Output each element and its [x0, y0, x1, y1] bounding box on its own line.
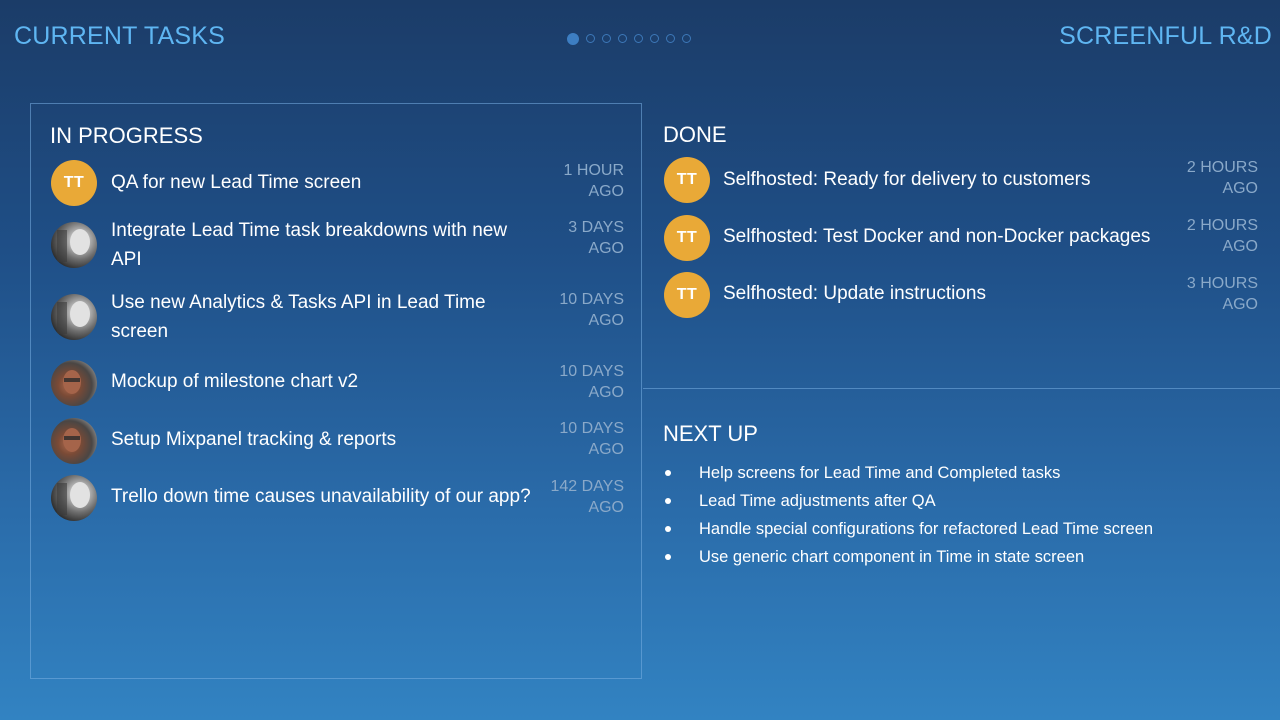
- header-left-title: CURRENT TASKS: [14, 22, 225, 50]
- page-dot-6[interactable]: [650, 34, 659, 43]
- task-time-suffix: AGO: [1222, 296, 1258, 313]
- task-time-suffix: AGO: [588, 312, 624, 329]
- task-time: 142 DAYS AGO: [534, 476, 624, 518]
- list-item-label: Use generic chart component in Time in s…: [699, 548, 1085, 566]
- page-dot-4[interactable]: [618, 34, 627, 43]
- avatar: [51, 418, 97, 464]
- list-item[interactable]: Use generic chart component in Time in s…: [663, 543, 1153, 571]
- task-item[interactable]: Integrate Lead Time task breakdowns with…: [31, 216, 643, 276]
- page-dot-8[interactable]: [682, 34, 691, 43]
- next-up-list: Help screens for Lead Time and Completed…: [663, 459, 1153, 571]
- task-time-value: 3 HOURS: [1186, 275, 1258, 292]
- avatar-photo-icon: [57, 482, 90, 515]
- task-title: Selfhosted: Update instructions: [723, 283, 986, 304]
- avatar-photo-icon: [57, 229, 90, 262]
- task-time: 2 HOURS AGO: [1168, 157, 1258, 199]
- avatar: TT: [664, 215, 710, 261]
- task-title: Setup Mixpanel tracking & reports: [111, 429, 397, 450]
- next-up-section: NEXT UP Help screens for Lead Time and C…: [643, 389, 1280, 589]
- page-dot-1[interactable]: [567, 33, 579, 45]
- bullet-icon: [665, 554, 671, 560]
- page-dot-5[interactable]: [634, 34, 643, 43]
- task-time-suffix: AGO: [588, 240, 624, 257]
- task-item[interactable]: Use new Analytics & Tasks API in Lead Ti…: [31, 288, 643, 348]
- task-time-value: 2 HOURS: [1186, 159, 1258, 176]
- avatar: TT: [664, 272, 710, 318]
- task-item[interactable]: Setup Mixpanel tracking & reports 10 DAY…: [31, 418, 643, 478]
- page-indicator: [567, 33, 691, 45]
- in-progress-panel: IN PROGRESS TT QA for new Lead Time scre…: [30, 103, 642, 679]
- task-time: 10 DAYS AGO: [534, 289, 624, 331]
- list-item[interactable]: Help screens for Lead Time and Completed…: [663, 459, 1153, 487]
- avatar: [51, 222, 97, 268]
- task-time-value: 2 HOURS: [1186, 217, 1258, 234]
- task-time: 2 HOURS AGO: [1168, 215, 1258, 257]
- task-time: 10 DAYS AGO: [534, 418, 624, 460]
- next-up-title: NEXT UP: [663, 421, 758, 446]
- task-time: 3 HOURS AGO: [1168, 273, 1258, 315]
- done-section: DONE TT Selfhosted: Ready for delivery t…: [643, 103, 1280, 389]
- header-right-title: SCREENFUL R&D: [1059, 22, 1272, 50]
- task-item[interactable]: Trello down time causes unavailability o…: [31, 475, 643, 535]
- task-item[interactable]: Mockup of milestone chart v2 10 DAYS AGO: [31, 360, 643, 420]
- avatar: TT: [51, 160, 97, 206]
- task-item[interactable]: TT QA for new Lead Time screen 1 HOUR AG…: [31, 158, 643, 218]
- task-time-value: 3 DAYS: [568, 219, 624, 236]
- task-time: 10 DAYS AGO: [534, 361, 624, 403]
- avatar-photo-icon: [57, 301, 90, 334]
- task-title: Selfhosted: Test Docker and non-Docker p…: [723, 226, 1151, 247]
- bullet-icon: [665, 470, 671, 476]
- in-progress-title: IN PROGRESS: [50, 123, 203, 148]
- list-item-label: Help screens for Lead Time and Completed…: [699, 464, 1061, 482]
- task-time: 3 DAYS AGO: [534, 217, 624, 259]
- task-time-suffix: AGO: [588, 441, 624, 458]
- avatar: [51, 475, 97, 521]
- task-time-value: 1 HOUR: [563, 162, 624, 179]
- list-item[interactable]: Handle special configurations for refact…: [663, 515, 1153, 543]
- task-title: Selfhosted: Ready for delivery to custom…: [723, 169, 1091, 190]
- task-time-value: 10 DAYS: [559, 363, 624, 380]
- task-time-suffix: AGO: [1222, 238, 1258, 255]
- list-item[interactable]: Lead Time adjustments after QA: [663, 487, 1153, 515]
- page-dot-2[interactable]: [586, 34, 595, 43]
- task-title: Integrate Lead Time task breakdowns with…: [111, 220, 508, 270]
- avatar: TT: [664, 157, 710, 203]
- list-item-label: Handle special configurations for refact…: [699, 520, 1153, 538]
- task-title: Mockup of milestone chart v2: [111, 371, 359, 392]
- task-title: Use new Analytics & Tasks API in Lead Ti…: [111, 292, 486, 342]
- avatar: [51, 360, 97, 406]
- task-title: Trello down time causes unavailability o…: [111, 486, 531, 507]
- done-task-item[interactable]: TT Selfhosted: Test Docker and non-Docke…: [643, 215, 1280, 265]
- avatar-photo-icon: [63, 428, 81, 452]
- avatar-photo-icon: [63, 370, 81, 394]
- bullet-icon: [665, 526, 671, 532]
- task-time-suffix: AGO: [588, 183, 624, 200]
- page-dot-3[interactable]: [602, 34, 611, 43]
- done-task-item[interactable]: TT Selfhosted: Update instructions 3 HOU…: [643, 272, 1280, 322]
- task-time-value: 10 DAYS: [559, 291, 624, 308]
- task-title: QA for new Lead Time screen: [111, 172, 362, 193]
- task-time-suffix: AGO: [588, 384, 624, 401]
- task-time-suffix: AGO: [1222, 180, 1258, 197]
- task-time-value: 142 DAYS: [550, 478, 624, 495]
- done-task-item[interactable]: TT Selfhosted: Ready for delivery to cus…: [643, 157, 1280, 207]
- task-time: 1 HOUR AGO: [534, 160, 624, 202]
- task-time-value: 10 DAYS: [559, 420, 624, 437]
- list-item-label: Lead Time adjustments after QA: [699, 492, 936, 510]
- page-dot-7[interactable]: [666, 34, 675, 43]
- bullet-icon: [665, 498, 671, 504]
- task-time-suffix: AGO: [588, 499, 624, 516]
- done-title: DONE: [663, 122, 727, 147]
- avatar: [51, 294, 97, 340]
